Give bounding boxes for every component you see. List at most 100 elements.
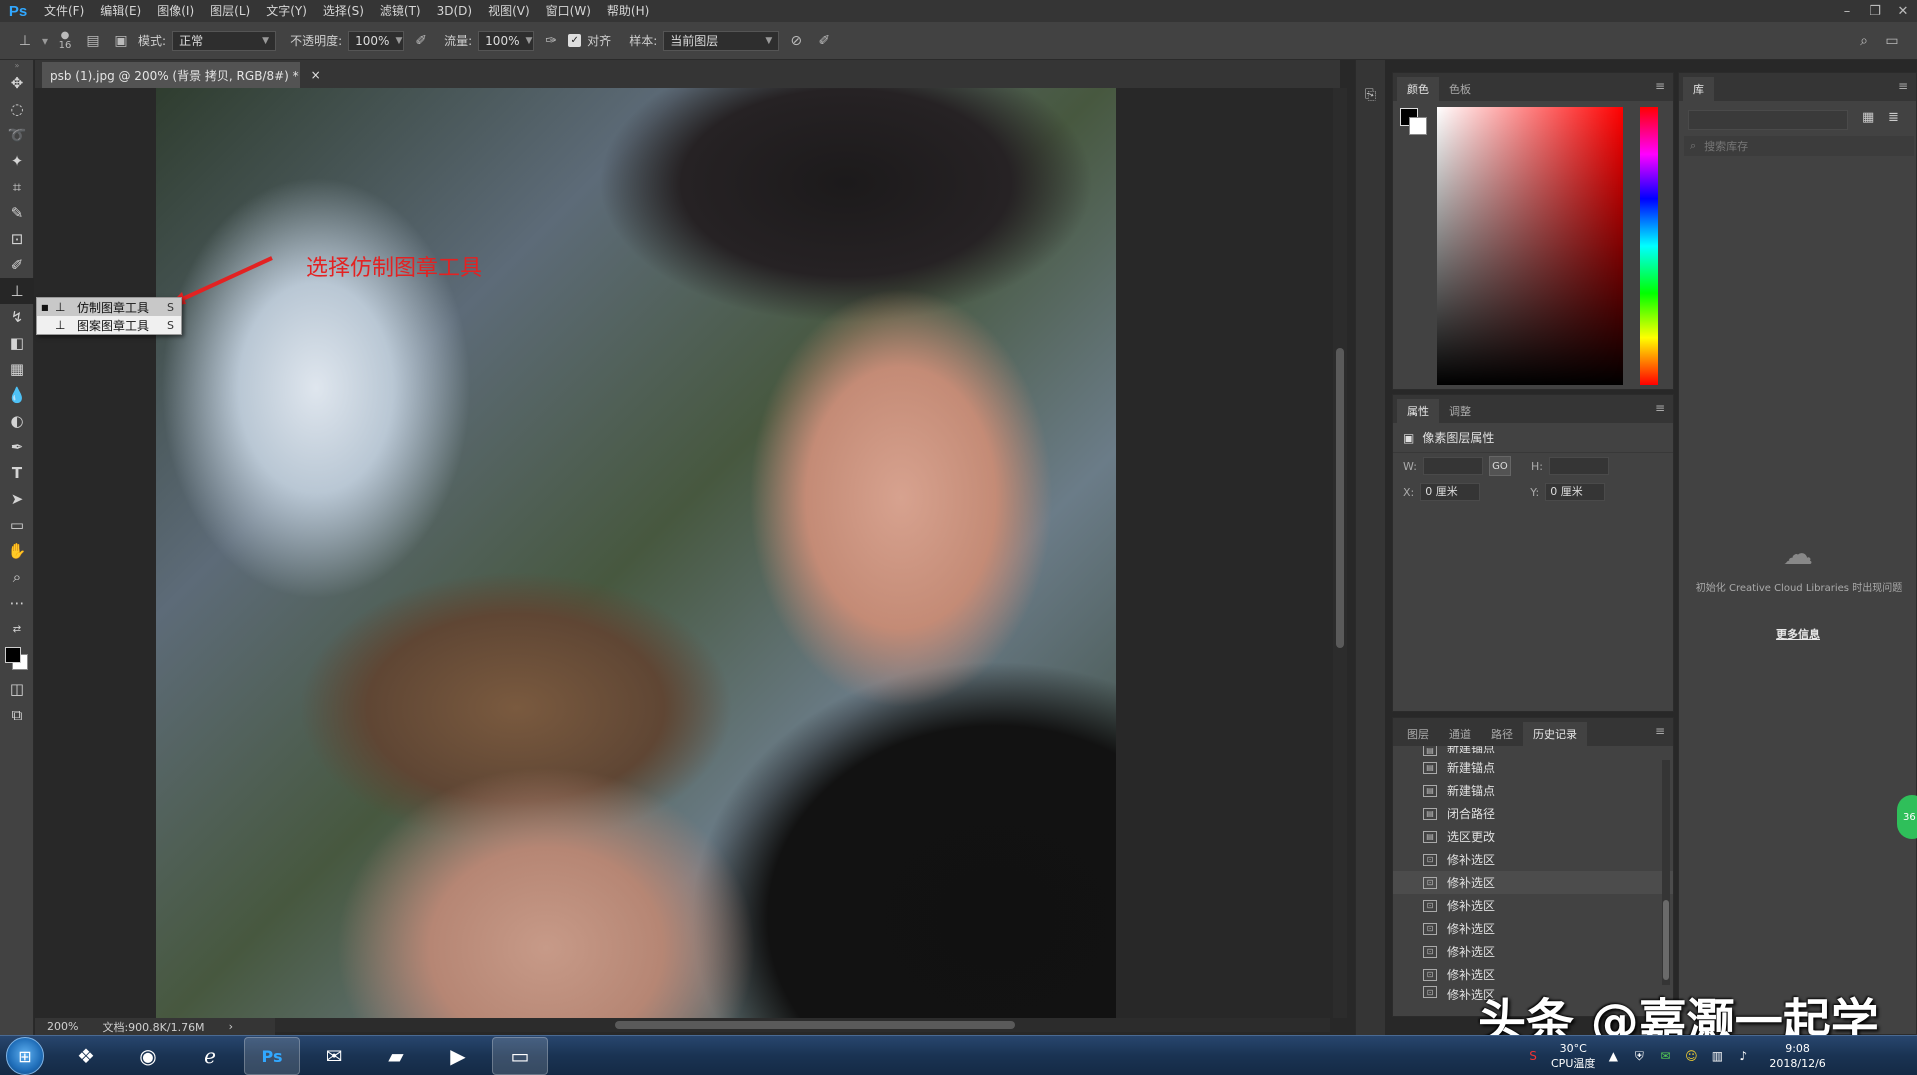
history-scrollbar[interactable] bbox=[1662, 760, 1670, 985]
mode-select[interactable]: 正常 ▼ bbox=[172, 30, 277, 51]
scrollbar-thumb[interactable] bbox=[615, 1021, 1015, 1029]
history-item[interactable]: ⊡ 修补选区 bbox=[1393, 917, 1673, 940]
zoom-tool-icon[interactable]: ⌕ bbox=[0, 564, 34, 590]
tab-channels[interactable]: 通道 bbox=[1439, 722, 1481, 746]
clone-stamp-preset-icon[interactable]: ⊥ bbox=[14, 30, 36, 52]
link-dimensions-button[interactable]: GO bbox=[1488, 456, 1511, 476]
hue-slider[interactable] bbox=[1640, 107, 1658, 385]
clone-source-icon[interactable]: ▣ bbox=[110, 30, 132, 52]
history-item[interactable]: ⊡ 修补选区 bbox=[1393, 940, 1673, 963]
x-field[interactable]: 0 厘米 bbox=[1420, 483, 1481, 501]
tab-history[interactable]: 历史记录 bbox=[1523, 722, 1587, 746]
status-menu-arrow[interactable]: › bbox=[229, 1020, 233, 1033]
y-field[interactable]: 0 厘米 bbox=[1545, 483, 1606, 501]
tab-adjustments[interactable]: 调整 bbox=[1439, 399, 1481, 423]
sogou-input-icon[interactable]: S bbox=[1525, 1048, 1541, 1064]
shape-tool-icon[interactable]: ▭ bbox=[0, 512, 34, 538]
background-color-swatch[interactable] bbox=[1409, 117, 1427, 135]
brush-size-picker[interactable]: ● 16 bbox=[54, 30, 76, 52]
type-tool-icon[interactable]: T bbox=[0, 460, 34, 486]
minimize-button[interactable]: – bbox=[1833, 0, 1861, 22]
sample-select[interactable]: 当前图层 ▼ bbox=[663, 30, 780, 51]
opacity-input[interactable]: 100% ▼ bbox=[348, 30, 405, 51]
taskbar-ie-icon[interactable]: ℯ bbox=[182, 1037, 238, 1075]
blur-tool-icon[interactable]: 💧 bbox=[0, 382, 34, 408]
zoom-level[interactable]: 200% bbox=[47, 1020, 78, 1033]
magic-wand-tool-icon[interactable]: ✦ bbox=[0, 148, 34, 174]
flow-input[interactable]: 100% ▼ bbox=[478, 30, 535, 51]
history-item-highlighted[interactable]: ⊡ 修补选区 bbox=[1393, 871, 1673, 894]
scrollbar-thumb[interactable] bbox=[1663, 900, 1669, 980]
tab-swatches[interactable]: 色板 bbox=[1439, 77, 1481, 101]
screen-mode-icon[interactable]: ⧉ bbox=[0, 702, 34, 728]
taskbar-folder-icon[interactable]: ▰ bbox=[368, 1037, 424, 1075]
pressure-size-icon[interactable]: ✐ bbox=[813, 30, 835, 52]
height-field[interactable] bbox=[1548, 457, 1609, 475]
menu-view[interactable]: 视图(V) bbox=[480, 0, 538, 22]
taskbar-browser-icon[interactable]: ◉ bbox=[120, 1037, 176, 1075]
photo-canvas[interactable] bbox=[156, 88, 1116, 1018]
path-selection-tool-icon[interactable]: ➤ bbox=[0, 486, 34, 512]
scrollbar-thumb[interactable] bbox=[1336, 348, 1344, 648]
show-hidden-icons[interactable]: ▲ bbox=[1605, 1048, 1621, 1064]
foreground-color-swatch[interactable] bbox=[5, 647, 21, 663]
search-icon[interactable]: ⌕ bbox=[1853, 30, 1875, 52]
move-tool-icon[interactable]: ✥ bbox=[0, 70, 34, 96]
canvas-vertical-scrollbar[interactable] bbox=[1333, 88, 1347, 1018]
menu-help[interactable]: 帮助(H) bbox=[599, 0, 657, 22]
history-item[interactable]: ▤ 选区更改 bbox=[1393, 825, 1673, 848]
tab-properties[interactable]: 属性 bbox=[1397, 399, 1439, 423]
menu-3d[interactable]: 3D(D) bbox=[429, 0, 480, 22]
menu-image[interactable]: 图像(I) bbox=[149, 0, 202, 22]
restore-button[interactable]: ❐ bbox=[1861, 0, 1889, 22]
toolbar-collapse-icon[interactable]: » bbox=[0, 60, 34, 70]
taskbar-wechat-icon[interactable]: ✉ bbox=[306, 1037, 362, 1075]
workspace-icon[interactable]: ▭ bbox=[1881, 30, 1903, 52]
menu-edit[interactable]: 编辑(E) bbox=[92, 0, 149, 22]
clone-stamp-tool-icon[interactable]: ⊥ bbox=[0, 278, 34, 304]
tab-layers[interactable]: 图层 bbox=[1397, 722, 1439, 746]
floating-badge[interactable]: 36 bbox=[1897, 795, 1917, 839]
history-item[interactable]: ⊡ 修补选区 bbox=[1393, 848, 1673, 871]
library-search-input[interactable]: ⌕ 搜索库存 bbox=[1684, 136, 1914, 156]
crop-tool-icon[interactable]: ⌗ bbox=[0, 174, 34, 200]
hand-tool-icon[interactable]: ✋ bbox=[0, 538, 34, 564]
gradient-tool-icon[interactable]: ▦ bbox=[0, 356, 34, 382]
flyout-item-clone-stamp[interactable]: ■ ⊥ 仿制图章工具 S bbox=[37, 298, 181, 316]
lasso-tool-icon[interactable]: ➰ bbox=[0, 122, 34, 148]
history-item[interactable]: ⊡ 修补选区 bbox=[1393, 894, 1673, 917]
start-button[interactable]: ⊞ bbox=[6, 1037, 44, 1075]
dodge-tool-icon[interactable]: ◐ bbox=[0, 408, 34, 434]
menu-window[interactable]: 窗口(W) bbox=[538, 0, 599, 22]
panel-menu-icon[interactable]: ≡ bbox=[1655, 724, 1665, 738]
volume-icon[interactable]: ♪ bbox=[1735, 1048, 1751, 1064]
swap-colors-icon[interactable]: ⇄ bbox=[0, 616, 34, 642]
taskbar-media-icon[interactable]: ▶ bbox=[430, 1037, 486, 1075]
tab-color[interactable]: 颜色 bbox=[1397, 77, 1439, 101]
menu-filter[interactable]: 滤镜(T) bbox=[372, 0, 429, 22]
color-picker-field[interactable] bbox=[1437, 107, 1623, 385]
menu-file[interactable]: 文件(F) bbox=[36, 0, 92, 22]
tray-app-icon[interactable]: ☺ bbox=[1683, 1048, 1699, 1064]
ignore-adjustment-icon[interactable]: ⊘ bbox=[785, 30, 807, 52]
width-field[interactable] bbox=[1422, 457, 1483, 475]
network-icon[interactable]: ▥ bbox=[1709, 1048, 1725, 1064]
eraser-tool-icon[interactable]: ◧ bbox=[0, 330, 34, 356]
canvas-horizontal-scrollbar[interactable] bbox=[275, 1018, 1330, 1032]
history-item[interactable]: ▤ 新建锚点 bbox=[1393, 779, 1673, 802]
tab-paths[interactable]: 路径 bbox=[1481, 722, 1523, 746]
more-tools-icon[interactable]: ⋯ bbox=[0, 590, 34, 616]
wechat-tray-icon[interactable]: ✉ bbox=[1657, 1048, 1673, 1064]
panel-menu-icon[interactable]: ≡ bbox=[1655, 401, 1665, 415]
security-shield-icon[interactable]: ⛨ bbox=[1631, 1048, 1647, 1064]
marquee-tool-icon[interactable]: ◌ bbox=[0, 96, 34, 122]
quick-mask-icon[interactable]: ◫ bbox=[0, 676, 34, 702]
airbrush-icon[interactable]: ✑ bbox=[540, 30, 562, 52]
cpu-temperature[interactable]: 30°C CPU温度 bbox=[1551, 1041, 1595, 1071]
panel-menu-icon[interactable]: ≡ bbox=[1655, 79, 1665, 93]
history-item[interactable]: ▤ 新建锚点 bbox=[1393, 756, 1673, 779]
taskbar-screenshot-icon[interactable]: ▭ bbox=[492, 1037, 548, 1075]
eyedropper-tool-icon[interactable]: ✎ bbox=[0, 200, 34, 226]
document-tab[interactable]: psb (1).jpg @ 200% (背景 拷贝, RGB/8#) * × bbox=[42, 62, 321, 88]
brush-settings-icon[interactable]: ▤ bbox=[82, 30, 104, 52]
